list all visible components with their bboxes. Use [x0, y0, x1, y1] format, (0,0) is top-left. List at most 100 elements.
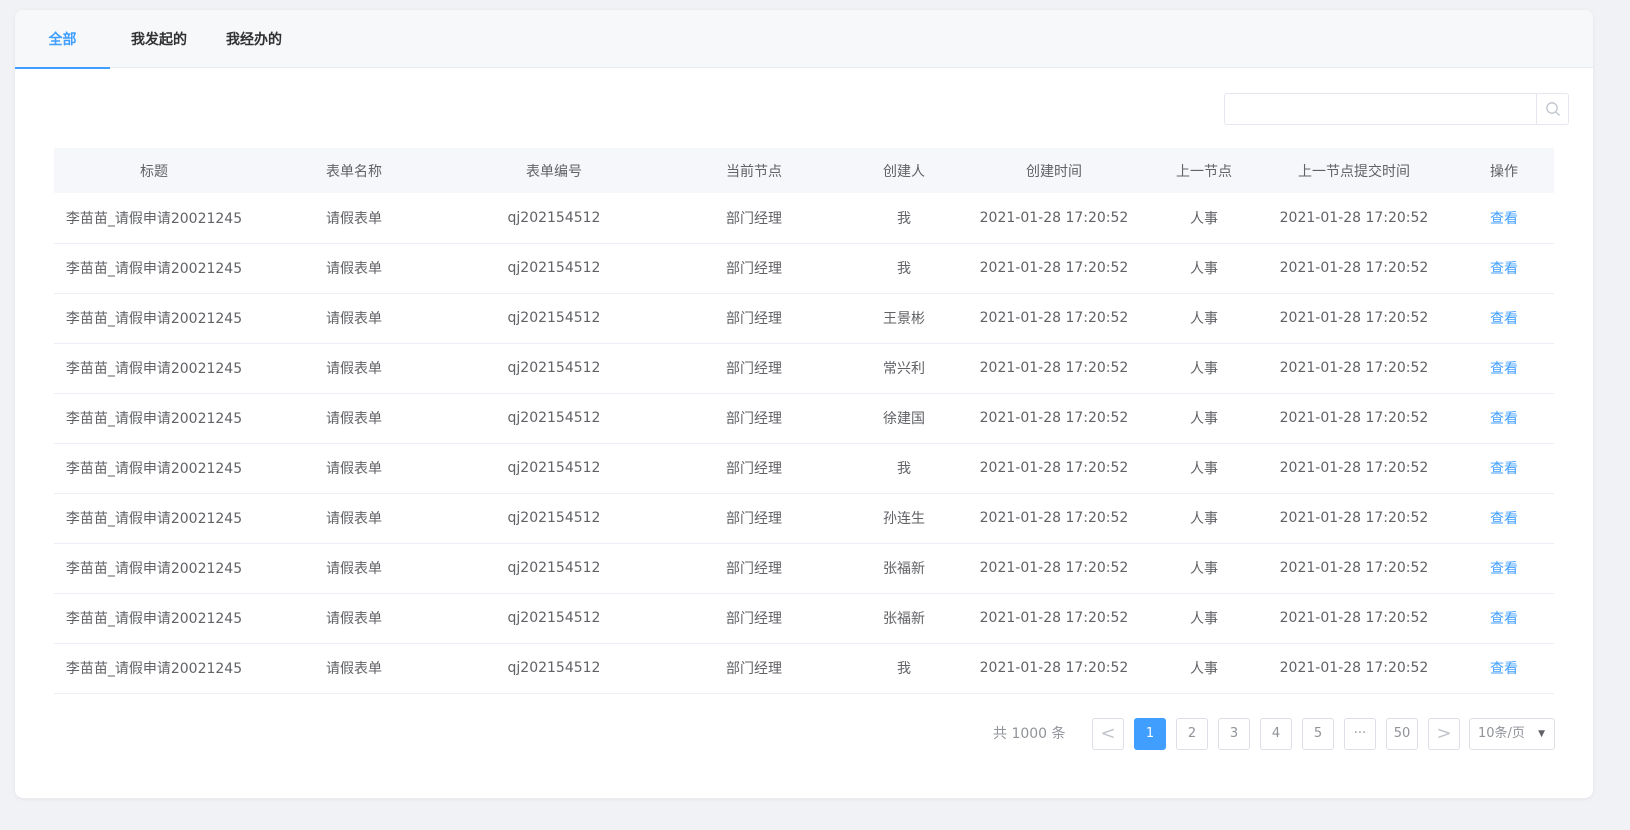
cell-creator: 我	[897, 210, 911, 227]
cell-created-at: 2021-01-28 17:20:52	[979, 209, 1129, 226]
view-link[interactable]: 查看	[1490, 461, 1518, 477]
cell-current-node: 部门经理	[726, 261, 782, 277]
cell-creator: 我	[897, 261, 911, 277]
table-row: 李苗苗_请假申请20021245 请假表单 qj202154512 部门经理 我…	[54, 443, 1554, 493]
cell-prev-node: 人事	[1190, 511, 1218, 527]
cell-prev-node: 人事	[1190, 361, 1218, 377]
column-header-created-at[interactable]: 创建时间	[954, 148, 1154, 193]
cell-prev-submit-at: 2021-01-28 17:20:52	[1279, 510, 1429, 526]
next-page-button[interactable]: >	[1428, 718, 1460, 750]
cell-prev-node: 人事	[1190, 611, 1218, 627]
cell-current-node: 部门经理	[726, 210, 782, 227]
cell-form-no: qj202154512	[507, 560, 601, 576]
cell-created-at: 2021-01-28 17:20:52	[979, 310, 1129, 326]
tab-initiated[interactable]: 我发起的	[118, 10, 200, 68]
cell-prev-submit-at: 2021-01-28 17:20:52	[1279, 310, 1429, 326]
view-link[interactable]: 查看	[1490, 511, 1518, 527]
column-header-action[interactable]: 操作	[1454, 148, 1554, 193]
cell-created-at: 2021-01-28 17:20:52	[979, 610, 1129, 626]
cell-form-no: qj202154512	[507, 410, 601, 426]
cell-title: 李苗苗_请假申请20021245	[65, 361, 243, 377]
page-size-select[interactable]: 10条/页 ▼	[1469, 718, 1555, 750]
cell-title: 李苗苗_请假申请20021245	[65, 661, 243, 677]
data-table: 标题 表单名称 表单编号 当前节点 创建人 创建时间 上一节点 上一节点提交时间…	[54, 148, 1554, 694]
cell-form-name: 请假表单	[326, 411, 382, 427]
cell-prev-node: 人事	[1190, 561, 1218, 577]
column-header-prev-submit-at[interactable]: 上一节点提交时间	[1254, 148, 1454, 193]
column-header-title[interactable]: 标题	[54, 148, 254, 193]
cell-prev-node: 人事	[1190, 461, 1218, 477]
cell-title: 李苗苗_请假申请20021245	[65, 261, 243, 277]
cell-current-node: 部门经理	[726, 611, 782, 627]
search-box	[1224, 93, 1569, 125]
view-link[interactable]: 查看	[1490, 661, 1518, 677]
search-button[interactable]	[1536, 94, 1568, 124]
page-button-1[interactable]: 1	[1134, 718, 1166, 750]
page-button-3[interactable]: 3	[1218, 718, 1250, 750]
cell-created-at: 2021-01-28 17:20:52	[979, 360, 1129, 376]
cell-prev-submit-at: 2021-01-28 17:20:52	[1279, 460, 1429, 476]
cell-form-no: qj202154512	[507, 510, 601, 526]
table-row: 李苗苗_请假申请20021245 请假表单 qj202154512 部门经理 张…	[54, 593, 1554, 643]
column-header-prev-node[interactable]: 上一节点	[1154, 148, 1254, 193]
view-link[interactable]: 查看	[1490, 311, 1518, 327]
cell-current-node: 部门经理	[726, 311, 782, 327]
page-button-4[interactable]: 4	[1260, 718, 1292, 750]
page-button-5[interactable]: 5	[1302, 718, 1334, 750]
column-header-creator[interactable]: 创建人	[854, 148, 954, 193]
column-header-form-name[interactable]: 表单名称	[254, 148, 454, 193]
cell-created-at: 2021-01-28 17:20:52	[979, 260, 1129, 276]
table-row: 李苗苗_请假申请20021245 请假表单 qj202154512 部门经理 张…	[54, 543, 1554, 593]
view-link[interactable]: 查看	[1490, 211, 1518, 227]
cell-form-name: 请假表单	[326, 461, 382, 477]
cell-title: 李苗苗_请假申请20021245	[65, 311, 243, 327]
search-input[interactable]	[1225, 94, 1525, 124]
view-link[interactable]: 查看	[1490, 361, 1518, 377]
cell-form-name: 请假表单	[326, 361, 382, 377]
cell-created-at: 2021-01-28 17:20:52	[979, 660, 1129, 676]
cell-form-no: qj202154512	[507, 460, 601, 476]
cell-creator: 王景彬	[883, 311, 925, 327]
cell-form-name: 请假表单	[326, 661, 382, 677]
cell-creator: 孙连生	[883, 511, 925, 527]
cell-current-node: 部门经理	[726, 411, 782, 427]
cell-created-at: 2021-01-28 17:20:52	[979, 410, 1129, 426]
table-row: 李苗苗_请假申请20021245 请假表单 qj202154512 部门经理 我…	[54, 643, 1554, 693]
pagination: 共 1000 条 < 1 2 3 4 5 ··· 50 > 10条/页 ▼	[15, 718, 1593, 750]
cell-prev-node: 人事	[1190, 210, 1218, 227]
cell-title: 李苗苗_请假申请20021245	[65, 461, 243, 477]
cell-form-name: 请假表单	[326, 561, 382, 577]
cell-prev-submit-at: 2021-01-28 17:20:52	[1279, 209, 1429, 226]
cell-prev-submit-at: 2021-01-28 17:20:52	[1279, 560, 1429, 576]
cell-creator: 我	[897, 461, 911, 477]
tab-all[interactable]: 全部	[15, 10, 110, 69]
prev-page-button[interactable]: <	[1092, 718, 1124, 750]
cell-creator: 张福新	[883, 611, 925, 627]
search-icon	[1546, 102, 1560, 116]
cell-form-no: qj202154512	[507, 260, 601, 276]
cell-creator: 常兴利	[883, 361, 925, 377]
view-link[interactable]: 查看	[1490, 261, 1518, 277]
table-header-row: 标题 表单名称 表单编号 当前节点 创建人 创建时间 上一节点 上一节点提交时间…	[54, 148, 1554, 193]
page-ellipsis-button[interactable]: ···	[1344, 718, 1376, 750]
tab-handled[interactable]: 我经办的	[213, 10, 295, 68]
column-header-current-node[interactable]: 当前节点	[654, 148, 854, 193]
table-row: 李苗苗_请假申请20021245 请假表单 qj202154512 部门经理 我…	[54, 193, 1554, 243]
cell-current-node: 部门经理	[726, 661, 782, 677]
table-row: 李苗苗_请假申请20021245 请假表单 qj202154512 部门经理 孙…	[54, 493, 1554, 543]
cell-title: 李苗苗_请假申请20021245	[65, 210, 243, 227]
cell-title: 李苗苗_请假申请20021245	[65, 611, 243, 627]
column-header-form-no[interactable]: 表单编号	[454, 148, 654, 193]
page-button-50[interactable]: 50	[1386, 718, 1418, 750]
cell-creator: 张福新	[883, 561, 925, 577]
table-row: 李苗苗_请假申请20021245 请假表单 qj202154512 部门经理 我…	[54, 243, 1554, 293]
cell-prev-submit-at: 2021-01-28 17:20:52	[1279, 660, 1429, 676]
view-link[interactable]: 查看	[1490, 411, 1518, 427]
cell-prev-submit-at: 2021-01-28 17:20:52	[1279, 410, 1429, 426]
view-link[interactable]: 查看	[1490, 611, 1518, 627]
cell-form-no: qj202154512	[507, 360, 601, 376]
view-link[interactable]: 查看	[1490, 561, 1518, 577]
table-row: 李苗苗_请假申请20021245 请假表单 qj202154512 部门经理 王…	[54, 293, 1554, 343]
page-button-2[interactable]: 2	[1176, 718, 1208, 750]
page-size-value: 10条/页	[1478, 726, 1525, 741]
